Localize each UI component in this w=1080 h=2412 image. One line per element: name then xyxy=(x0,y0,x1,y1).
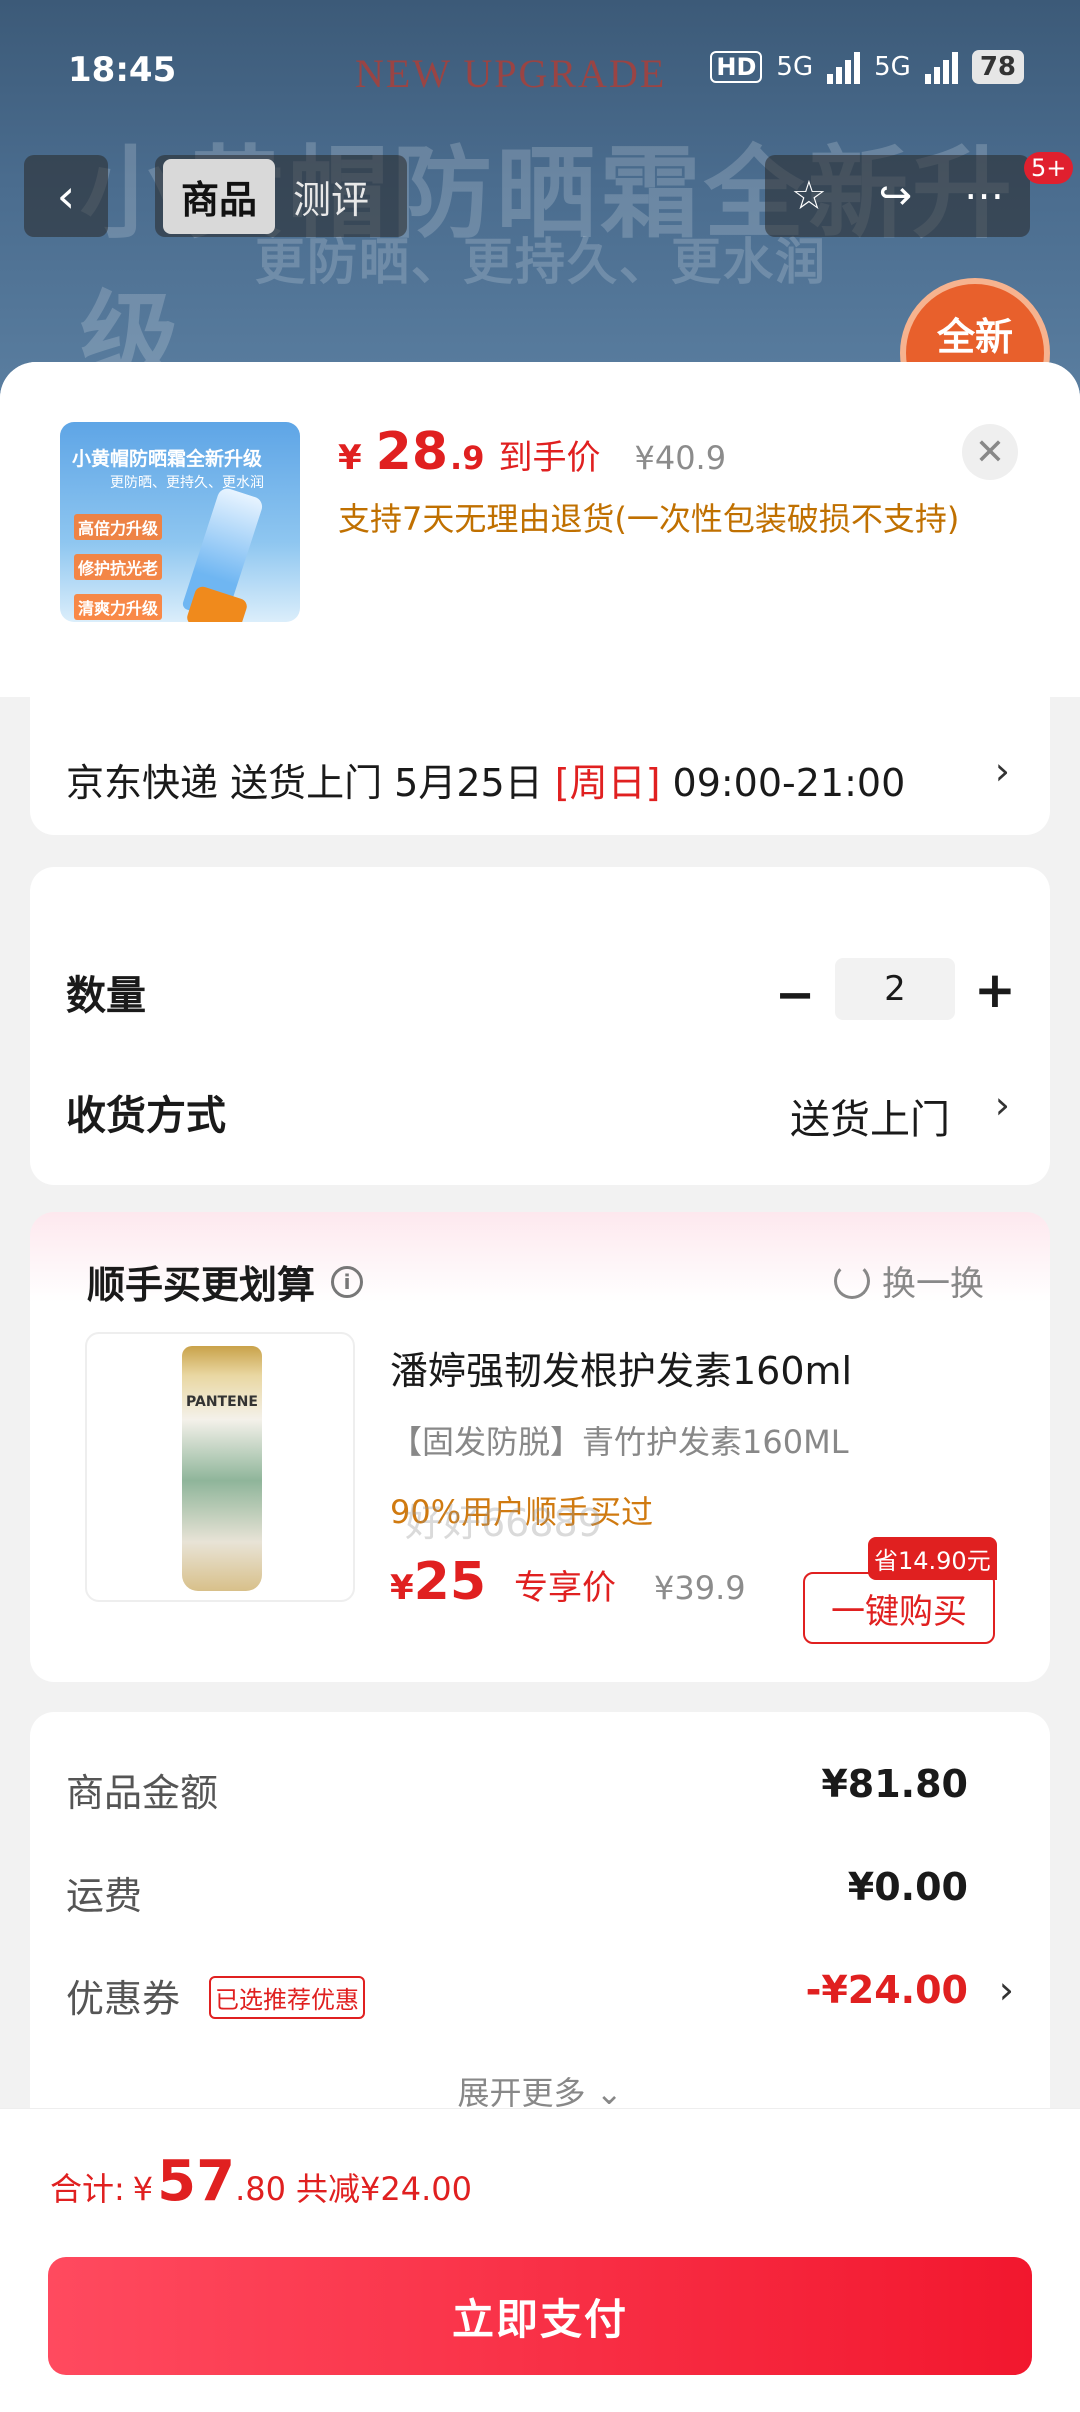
quantity-label: 数量 xyxy=(66,973,146,1019)
back-arrow-icon: ‹ xyxy=(56,169,76,223)
chevron-right-icon: › xyxy=(998,1968,1014,2012)
notification-badge: 5+ xyxy=(1024,152,1074,184)
product-price: ¥ 28 .9 到手价 ¥40.9 xyxy=(338,422,726,482)
thumb-subtitle: 更防晒、更持久、更水润 xyxy=(110,475,264,491)
sunscreen-cap-image xyxy=(185,584,249,622)
tab-review[interactable]: 测评 xyxy=(285,159,377,234)
signal-icon xyxy=(827,50,861,84)
shipping-method-label: 收货方式 xyxy=(66,1093,226,1139)
info-icon[interactable]: i xyxy=(331,1265,364,1298)
status-time: 18:45 xyxy=(68,50,177,90)
more-icon[interactable]: ⋯ xyxy=(964,173,1004,219)
freight-row: 运费 ¥0.00 xyxy=(66,1865,968,1918)
star-icon[interactable]: ☆ xyxy=(791,173,827,219)
product-thumbnail: 小黄帽防晒霜全新升级 更防晒、更持久、更水润 高倍力升级 修护抗光老 清爽力升级 xyxy=(60,422,300,622)
chevron-down-icon: ⌄ xyxy=(595,2074,623,2112)
tab-product[interactable]: 商品 xyxy=(163,158,276,234)
one-click-buy-button[interactable]: 一键购买 xyxy=(803,1572,995,1644)
delivery-info: 京东快递 送货上门 5月25日 [周日] 09:00-21:00 xyxy=(66,761,906,805)
refresh-icon xyxy=(834,1262,870,1299)
thumb-feature: 修护抗光老 xyxy=(74,554,163,580)
coupon-row[interactable]: 优惠券 已选推荐优惠 -¥24.00 › xyxy=(66,1968,1014,2028)
chevron-right-icon[interactable]: › xyxy=(995,1083,1010,1127)
quantity-input[interactable]: 2 xyxy=(835,958,955,1020)
close-icon: ✕ xyxy=(974,431,1006,473)
conditioner-bottle-image: PANTENE xyxy=(182,1346,262,1591)
back-button[interactable]: ‹ xyxy=(24,155,108,237)
coupon-value: -¥24.00 xyxy=(805,1968,968,2012)
addon-product-name[interactable]: 潘婷强韧发根护发素160ml xyxy=(390,1340,852,1395)
pay-now-button[interactable]: 立即支付 xyxy=(48,2257,1032,2375)
swap-button[interactable]: 换一换 xyxy=(834,1256,984,1305)
goods-amount-value: ¥81.80 xyxy=(821,1762,968,1806)
banner-upgrade-text: NEW UPGRADE xyxy=(355,51,667,96)
addon-original-price: ¥39.9 xyxy=(654,1569,746,1607)
network-5g-label: 5G xyxy=(776,52,814,82)
return-policy-note: 支持7天无理由退货(一次性包装破损不支持) xyxy=(338,500,960,538)
price-summary-card: 商品金额 ¥81.80 运费 ¥0.00 优惠券 已选推荐优惠 -¥24.00 … xyxy=(30,1712,1050,2132)
checkout-sheet: 小黄帽防晒霜全新升级 更防晒、更持久、更水润 高倍力升级 修护抗光老 清爽力升级… xyxy=(0,362,1080,2412)
addon-product-desc: 【固发防脱】青竹护发素160ML xyxy=(390,1423,849,1461)
thumb-title: 小黄帽防晒霜全新升级 xyxy=(72,448,263,470)
header-actions: ☆ ↪ ⋯ xyxy=(765,155,1030,237)
goods-amount-row: 商品金额 ¥81.80 xyxy=(66,1762,968,1815)
freight-value: ¥0.00 xyxy=(847,1865,968,1909)
battery-icon: 78 xyxy=(971,50,1024,84)
thumb-feature: 高倍力升级 xyxy=(74,514,163,540)
quantity-minus-button[interactable]: − xyxy=(775,967,815,1023)
quantity-plus-button[interactable]: + xyxy=(974,961,1016,1019)
price-symbol: ¥ xyxy=(338,438,362,478)
hd-icon: HD xyxy=(710,51,763,83)
price-label: 到手价 xyxy=(498,438,601,478)
share-icon[interactable]: ↪ xyxy=(879,173,913,219)
network-5g-label-2: 5G xyxy=(874,52,911,82)
price-integer: 28 xyxy=(375,422,449,482)
original-price: ¥40.9 xyxy=(634,439,727,477)
close-button[interactable]: ✕ xyxy=(962,424,1018,480)
total-discount: 共减¥24.00 xyxy=(295,2170,472,2208)
price-decimal: .9 xyxy=(450,439,485,477)
addon-recommendation-card: 顺手买更划算 i 换一换 PANTENE 潘婷强韧发根护发素160ml 【固发防… xyxy=(30,1212,1050,1682)
delivery-weekday: [周日] xyxy=(554,761,661,805)
thumb-feature: 清爽力升级 xyxy=(74,594,163,620)
watermark: 好好66889 xyxy=(405,1501,602,1545)
signal-icon-2 xyxy=(924,50,958,84)
chevron-right-icon: › xyxy=(994,749,1010,793)
header-tabs: 商品 测评 xyxy=(155,155,407,237)
coupon-tag: 已选推荐优惠 xyxy=(209,1976,365,2019)
status-icons: HD 5G 5G 78 xyxy=(710,50,1024,84)
delivery-card[interactable]: 京东快递 送货上门 5月25日 [周日] 09:00-21:00 › xyxy=(30,697,1050,835)
addon-title: 顺手买更划算 i xyxy=(87,1254,364,1309)
savings-badge: 省14.90元 xyxy=(868,1537,997,1580)
options-card: 数量 − 2 + 收货方式 送货上门 › xyxy=(30,867,1050,1185)
addon-price: ¥ 25 专享价 ¥39.9 xyxy=(390,1552,746,1612)
order-total: 合计: ¥ 57 .80 共减¥24.00 xyxy=(50,2149,472,2214)
checkout-bar: 合计: ¥ 57 .80 共减¥24.00 立即支付 xyxy=(0,2108,1080,2412)
addon-product-image[interactable]: PANTENE xyxy=(85,1332,355,1602)
product-summary: 小黄帽防晒霜全新升级 更防晒、更持久、更水润 高倍力升级 修护抗光老 清爽力升级… xyxy=(0,362,1080,697)
shipping-method-value[interactable]: 送货上门 xyxy=(790,1087,950,1145)
